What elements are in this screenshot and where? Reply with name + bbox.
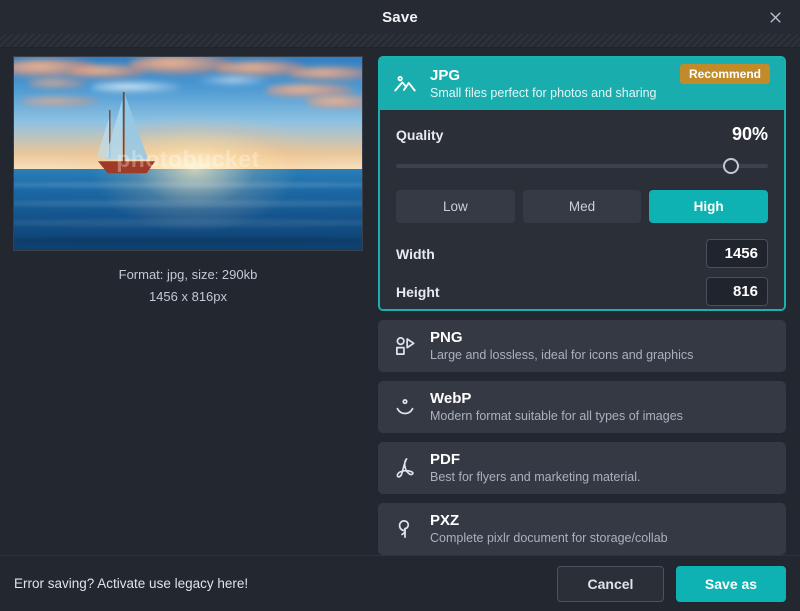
preview-sailboat [91, 88, 161, 188]
format-option-png[interactable]: PNG Large and lossless, ideal for icons … [378, 320, 786, 372]
format-desc-png: Large and lossless, ideal for icons and … [430, 348, 694, 362]
format-option-jpg[interactable]: JPG Small files perfect for photos and s… [378, 56, 786, 311]
smile-curve-icon [392, 394, 418, 420]
cancel-button[interactable]: Cancel [557, 565, 664, 602]
preview-watermark: photobucket [116, 145, 260, 172]
format-option-pdf[interactable]: PDF Best for flyers and marketing materi… [378, 442, 786, 494]
format-list: JPG Small files perfect for photos and s… [378, 56, 788, 555]
width-input[interactable] [706, 239, 768, 268]
jpg-settings: Quality 90% Low Med High Width 1456 Heig… [380, 110, 784, 309]
quality-preset-high[interactable]: High [649, 190, 769, 223]
format-desc-pxz: Complete pixlr document for storage/coll… [430, 531, 668, 545]
titlebar-hatch-divider [0, 34, 800, 48]
format-option-jpg-header[interactable]: JPG Small files perfect for photos and s… [380, 58, 784, 110]
quality-slider[interactable] [396, 158, 768, 174]
shapes-icon [392, 333, 418, 359]
width-label: Width [396, 245, 435, 262]
preview-dimension-line: 1456 x 816px [148, 289, 228, 304]
image-mountain-icon [392, 71, 418, 97]
dialog-footer: Error saving? Activate use legacy here! … [0, 555, 800, 611]
footer-buttons: Cancel Save as [557, 565, 786, 602]
quality-preset-low[interactable]: Low [396, 190, 515, 223]
format-option-pxz[interactable]: PXZ Complete pixlr document for storage/… [378, 503, 786, 555]
quality-preset-med[interactable]: Med [522, 190, 642, 223]
quality-slider-track[interactable] [396, 164, 768, 168]
height-input[interactable] [706, 277, 768, 306]
recommend-badge: Recommend [679, 64, 770, 84]
quality-value: 90% [731, 124, 768, 144]
height-row: Height [396, 277, 768, 306]
dialog-titlebar: Save [0, 0, 800, 34]
pdf-swirl-icon [392, 455, 418, 481]
quality-row: Quality 90% [396, 124, 768, 145]
legacy-save-link[interactable]: Error saving? Activate use legacy here! [14, 576, 248, 591]
quality-slider-thumb[interactable] [722, 158, 739, 174]
format-desc-pdf: Best for flyers and marketing material. [430, 470, 641, 484]
format-option-webp[interactable]: WebP Modern format suitable for all type… [378, 381, 786, 433]
save-dialog: Save photobucket Format: jpg, size: 290k… [0, 0, 800, 611]
format-name-jpg: JPG [430, 67, 461, 84]
save-as-button[interactable]: Save as [676, 565, 786, 602]
close-icon[interactable] [762, 4, 788, 30]
quality-label: Quality [396, 126, 444, 143]
dialog-title: Save [382, 8, 418, 26]
format-name-webp: WebP [430, 390, 472, 407]
preview-format-line: Format: jpg, size: 290kb [118, 267, 258, 282]
format-name-png: PNG [430, 329, 463, 346]
dialog-body: photobucket Format: jpg, size: 290kb 145… [0, 48, 800, 555]
format-name-pxz: PXZ [430, 512, 460, 529]
format-desc-webp: Modern format suitable for all types of … [430, 409, 683, 423]
quality-preset-group: Low Med High [396, 190, 769, 223]
width-row: Width [396, 239, 768, 268]
image-preview: photobucket [13, 56, 363, 251]
preview-meta: Format: jpg, size: 290kb 1456 x 816px [119, 264, 258, 308]
preview-pane: photobucket Format: jpg, size: 290kb 145… [12, 56, 364, 555]
balloon-loop-icon [392, 516, 418, 542]
height-label: Height [396, 283, 440, 300]
format-desc-jpg: Small files perfect for photos and shari… [430, 86, 657, 100]
preview-sea [14, 168, 362, 250]
format-name-pdf: PDF [430, 451, 460, 468]
